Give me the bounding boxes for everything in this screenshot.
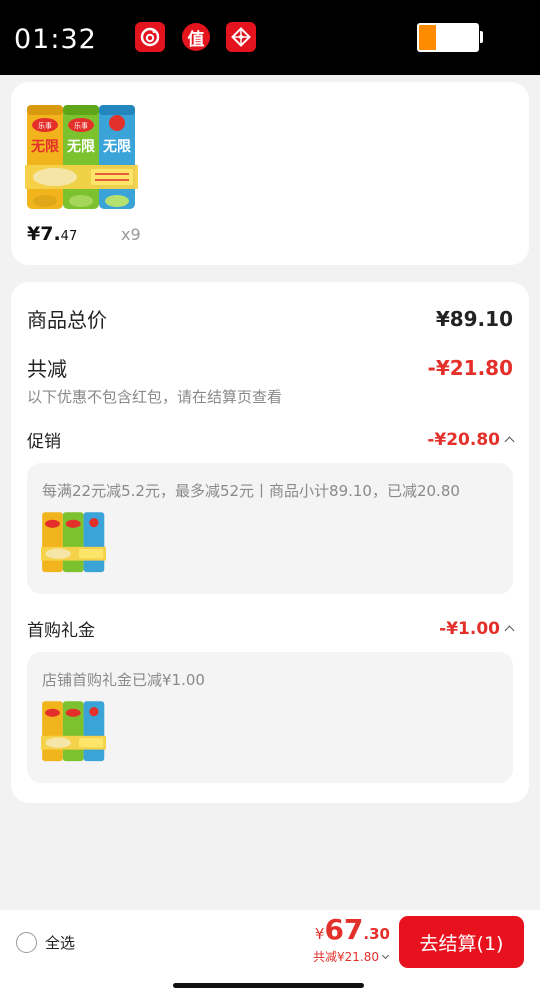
pack-brand-2: 乐事 <box>74 121 88 130</box>
first-purchase-amount: -¥1.00 <box>439 618 500 639</box>
chevron-up-icon[interactable] <box>504 436 515 447</box>
first-purchase-row[interactable]: 首购礼金 -¥1.00 <box>27 616 515 641</box>
promo-detail-text: 每满22元减5.2元，最多减52元丨商品小计89.10，已减20.80 <box>42 482 460 500</box>
home-indicator[interactable] <box>173 983 364 988</box>
reduction-row: 共减 -¥21.80 <box>27 353 513 382</box>
pack-name-2: 无限 <box>66 139 95 155</box>
zhi-glyph: 值 <box>187 29 205 50</box>
checkout-bar: 全选 ¥ 67 .30 共减¥21.80 去结算(1) <box>0 910 540 996</box>
chevron-down-icon[interactable] <box>381 951 390 959</box>
pack-brand-1: 乐事 <box>38 121 52 130</box>
chevron-up-icon[interactable] <box>504 625 515 636</box>
first-purchase-detail-text: 店铺首购礼金已减¥1.00 <box>42 671 205 689</box>
first-purchase-label: 首购礼金 <box>27 621 95 641</box>
total-row: 商品总价 ¥89.10 <box>27 304 513 333</box>
total-currency: ¥ <box>314 925 325 943</box>
product-card[interactable]: 乐事 乐事 无限 无限 无限 ¥7.47 x9 <box>11 82 529 265</box>
total-int: 67 <box>324 913 364 946</box>
product-image[interactable]: 乐事 乐事 无限 无限 无限 <box>25 101 138 214</box>
price-int: ¥7. <box>27 223 61 245</box>
product-quantity: x9 <box>121 225 141 244</box>
total-label: 商品总价 <box>27 308 107 332</box>
promo-amount: -¥20.80 <box>427 429 500 450</box>
pack-name-1: 无限 <box>30 139 59 155</box>
select-all-label[interactable]: 全选 <box>45 932 75 953</box>
total-saved-toggle[interactable]: 共减¥21.80 <box>313 948 390 965</box>
gift-knot-icon <box>226 22 256 52</box>
price-summary-card: 商品总价 ¥89.10 共减 -¥21.80 以下优惠不包含红包，请在结算页查看… <box>11 282 529 803</box>
battery-icon <box>417 23 479 52</box>
promo-row[interactable]: 促销 -¥20.80 <box>27 427 515 452</box>
promo-product-thumbnail <box>41 512 106 573</box>
promo-detail-box: 每满22元减5.2元，最多减52元丨商品小计89.10，已减20.80 <box>27 463 513 594</box>
reduction-value: -¥21.80 <box>427 355 513 380</box>
first-purchase-value[interactable]: -¥1.00 <box>439 618 515 639</box>
first-purchase-detail-box: 店铺首购礼金已减¥1.00 <box>27 652 513 783</box>
pack-name-3: 无限 <box>102 139 131 155</box>
total-dec: .30 <box>363 925 390 943</box>
checkout-button[interactable]: 去结算(1) <box>399 916 524 968</box>
smzdm-zhi-icon: 值 <box>182 23 210 51</box>
total-saved-text: 共减¥21.80 <box>313 950 379 964</box>
promo-label: 促销 <box>27 432 61 452</box>
select-all-checkbox[interactable] <box>16 932 37 953</box>
product-price: ¥7.47 <box>27 223 77 245</box>
total-value: ¥89.10 <box>435 306 513 331</box>
promo-value[interactable]: -¥20.80 <box>427 429 515 450</box>
reduction-note: 以下优惠不包含红包，请在结算页查看 <box>27 388 283 406</box>
status-bar: 01:32 值 <box>0 0 540 75</box>
price-dec: 47 <box>60 229 78 244</box>
reduction-label: 共减 <box>27 357 67 381</box>
battery-level <box>419 25 437 50</box>
battery-tip <box>480 31 483 43</box>
total-price: ¥ 67 .30 <box>315 913 390 946</box>
netease-music-icon <box>135 22 165 52</box>
status-time: 01:32 <box>14 24 97 55</box>
first-purchase-product-thumbnail <box>41 701 106 762</box>
